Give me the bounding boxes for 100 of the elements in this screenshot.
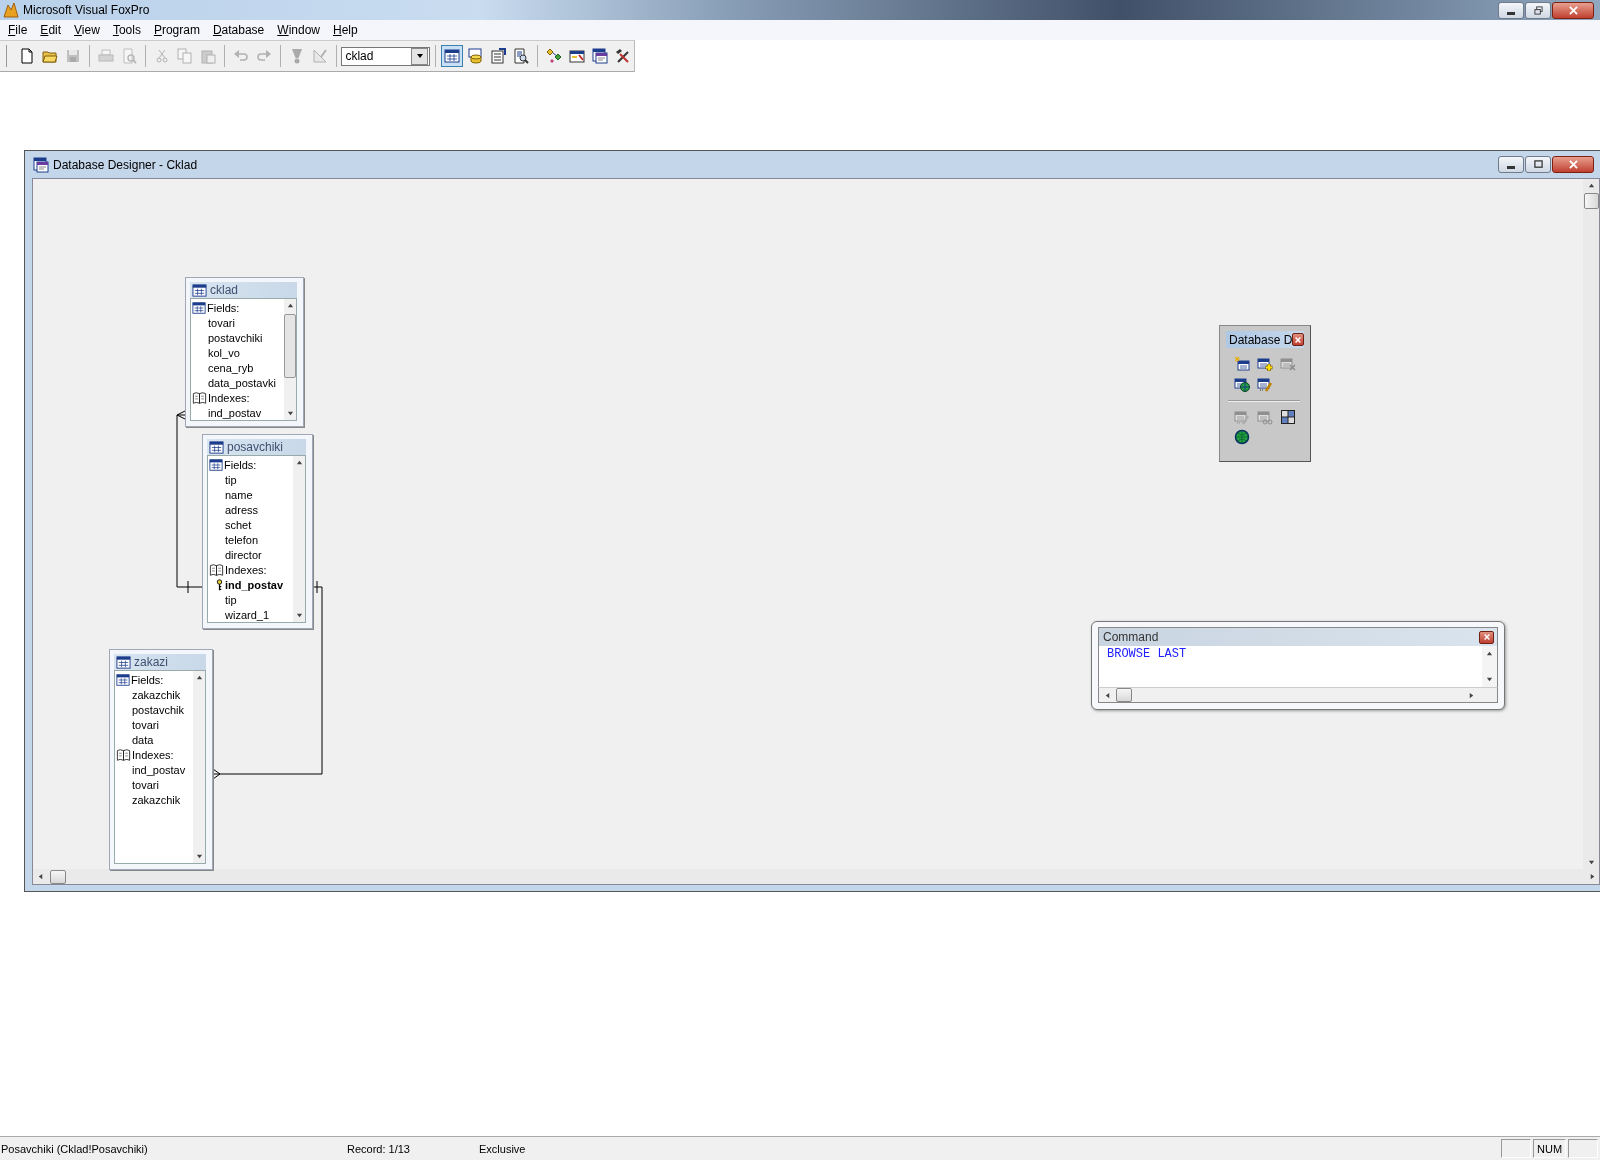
close-button[interactable] [1552,1,1594,19]
code-magnifier-icon [513,48,530,64]
globe-tables-icon [1233,376,1250,392]
close-button[interactable] [1479,630,1494,644]
table-card[interactable]: posavchiki Fields: tip name adress schet telefon director Indexes: ind_postav tip wizard_1 [202,434,313,629]
scroll-thumb[interactable] [1583,193,1599,209]
close-button[interactable] [1292,333,1304,346]
horizontal-scrollbar[interactable] [33,869,1599,884]
vertical-scrollbar[interactable] [293,456,305,622]
index-name[interactable]: zakazchik [132,793,181,806]
minimize-button[interactable] [1498,156,1524,173]
down-arrow-icon[interactable] [286,410,294,417]
up-arrow-icon[interactable] [1587,182,1595,189]
down-arrow-icon[interactable] [295,612,303,619]
binary-grid-icon [1279,409,1296,425]
up-arrow-icon[interactable] [295,459,303,466]
left-arrow-icon[interactable] [37,873,44,880]
menu-item[interactable]: Window [271,23,327,37]
section-header: Indexes: [208,562,293,577]
toolbar-grid-window-button[interactable] [441,45,464,67]
down-arrow-icon[interactable] [1486,676,1493,683]
field-name[interactable]: schet [225,518,252,531]
field-name[interactable]: cena_ryb [208,361,254,374]
table-name: posavchiki [227,440,284,454]
scroll-thumb[interactable] [284,314,296,378]
status-pane [1501,1139,1531,1158]
down-arrow-icon[interactable] [195,853,203,860]
field-name[interactable]: tip [225,473,237,486]
menu-item[interactable]: Help [327,23,365,37]
right-arrow-icon[interactable] [1589,873,1596,880]
section-header: Fields: [115,672,193,687]
close-button[interactable] [1552,156,1594,173]
minimize-button[interactable] [1498,1,1524,19]
menu-item[interactable]: View [68,23,107,37]
field-name[interactable]: postavchik [132,703,184,716]
field-name[interactable]: adress [225,503,259,516]
fields-icon [192,300,206,315]
field-name[interactable]: kol_vo [208,346,240,359]
grid-window-icon [444,48,461,64]
field-name[interactable]: telefon [225,533,259,546]
table-cross-icon [1279,356,1296,372]
table-card[interactable]: cklad Fields: tovari postavchiki kol_vo cena_ryb data_postavki Indexes: ind_postav [185,277,304,427]
book-icon [209,562,224,577]
menu-item[interactable]: Program [147,23,207,37]
menu-item[interactable]: File [2,23,35,37]
status-text: Record: 1/13 [346,1142,411,1155]
up-arrow-icon[interactable] [1486,650,1493,657]
index-name[interactable]: ind_postav [132,763,186,776]
field-name[interactable]: tovari [132,718,159,731]
field-name[interactable]: postavchiki [208,331,263,344]
command-window-title: Command [1103,630,1160,644]
index-name[interactable]: tovari [132,778,159,791]
horizontal-scrollbar[interactable] [1098,687,1498,703]
maximize-button[interactable] [1525,156,1551,173]
menu-item[interactable]: Edit [34,23,69,37]
field-name[interactable]: zakazchik [132,688,181,701]
index-name[interactable]: ind_postav [208,406,262,419]
vertical-scrollbar[interactable] [1583,179,1599,869]
left-arrow-icon[interactable] [1104,691,1111,699]
field-name[interactable]: data [132,733,154,746]
database-dropdown[interactable]: cklad [341,46,431,66]
book-icon [116,747,131,762]
right-arrow-icon[interactable] [1468,691,1475,699]
menu-item[interactable]: Tools [106,23,148,37]
field-name[interactable]: name [225,488,253,501]
scroll-thumb[interactable] [50,869,66,884]
fox-logo-icon [3,2,19,18]
field-name[interactable]: director [225,548,262,561]
field-name[interactable]: data_postavki [208,376,276,389]
section-header: Fields: [208,457,293,472]
up-arrow-icon[interactable] [195,674,203,681]
index-name[interactable]: tip [225,593,237,606]
copy-icon [176,48,193,64]
section-header: Fields: [191,300,284,315]
table-card[interactable]: zakazi Fields: zakazchik postavchik tovari data Indexes: ind_postav tovari zakazchik [109,649,213,870]
restore-icon [1533,5,1543,15]
down-arrow-icon[interactable] [1587,859,1595,866]
section-header: Indexes: [191,390,284,405]
vertical-scrollbar[interactable] [284,299,296,420]
menu-item[interactable]: Database [206,23,272,37]
index-name[interactable]: wizard_1 [225,608,270,621]
table-pencil-icon [1233,409,1250,425]
vertical-scrollbar[interactable] [193,671,205,863]
restore-button[interactable] [1525,1,1551,19]
field-name[interactable]: tovari [208,316,235,329]
close-icon [1568,160,1578,169]
folder-icon [41,48,58,64]
vertical-scrollbar[interactable] [1482,646,1497,687]
scroll-thumb[interactable] [1116,688,1132,702]
cylinder-icon [467,48,484,64]
toolbar-stacked-windows-button[interactable] [589,45,611,67]
scissors-icon [153,48,170,64]
redo-icon [255,48,272,64]
stacked-windows-icon [592,48,608,64]
hammer-wrench-icon [615,48,631,64]
up-arrow-icon[interactable] [286,302,294,309]
stacked-windows-icon [33,156,49,173]
index-name[interactable]: ind_postav [225,578,284,591]
printer-icon [97,48,114,64]
table-icon [209,439,224,455]
